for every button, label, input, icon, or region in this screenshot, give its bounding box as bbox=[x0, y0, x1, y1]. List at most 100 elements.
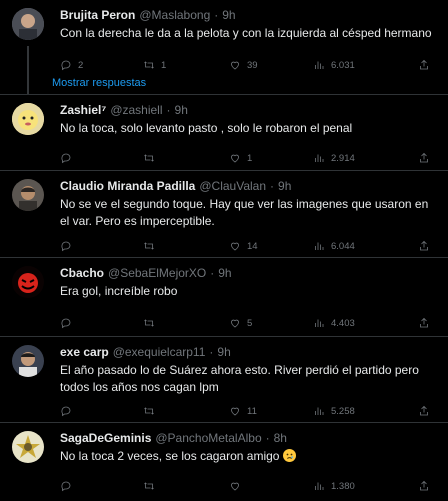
reply-button[interactable] bbox=[60, 152, 143, 164]
tweet-text-row: No la toca 2 veces, se los cagaron amigo bbox=[60, 448, 436, 465]
heart-icon bbox=[231, 242, 239, 251]
retweet-button[interactable] bbox=[143, 480, 229, 492]
views-count: 4.403 bbox=[331, 317, 355, 329]
tweet[interactable]: Zashiel⁷ @zashiell · 9h No la toca, solo… bbox=[0, 95, 448, 171]
share-button[interactable] bbox=[418, 240, 430, 252]
separator-dot: · bbox=[214, 8, 219, 22]
timestamp[interactable]: 9h bbox=[222, 8, 235, 23]
views-icon bbox=[315, 482, 324, 490]
views-button[interactable]: 5.258 bbox=[313, 405, 393, 417]
retweet-button[interactable]: 1 bbox=[143, 59, 229, 71]
heart-icon bbox=[231, 407, 239, 416]
views-button[interactable]: 6.044 bbox=[313, 240, 393, 252]
timestamp[interactable]: 9h bbox=[218, 266, 231, 281]
avatar[interactable] bbox=[12, 8, 44, 40]
heart-icon bbox=[231, 319, 239, 328]
retweet-icon bbox=[144, 319, 154, 327]
author-name[interactable]: Cbacho bbox=[60, 266, 104, 281]
share-icon bbox=[420, 240, 428, 251]
share-button[interactable] bbox=[418, 59, 430, 71]
timestamp[interactable]: 9h bbox=[278, 179, 291, 194]
retweet-button[interactable] bbox=[143, 405, 229, 417]
author-handle[interactable]: @exequielcarp11 bbox=[113, 345, 206, 360]
author-handle[interactable]: @PanchoMetalAlbo bbox=[155, 431, 261, 446]
like-button[interactable] bbox=[229, 480, 313, 492]
views-icon bbox=[315, 154, 324, 162]
retweet-icon bbox=[144, 242, 154, 250]
separator-dot: · bbox=[166, 103, 171, 117]
views-count: 2.914 bbox=[331, 152, 355, 164]
views-count: 5.258 bbox=[331, 405, 355, 417]
like-button[interactable]: 5 bbox=[229, 317, 313, 329]
heart-icon bbox=[231, 154, 239, 163]
share-icon bbox=[420, 405, 428, 416]
reply-icon bbox=[61, 60, 71, 71]
author-handle[interactable]: @SebaElMejorXO bbox=[108, 266, 206, 281]
tweet-text: El año pasado lo de Suárez ahora esto. R… bbox=[60, 363, 419, 394]
like-button[interactable]: 1 bbox=[229, 152, 313, 164]
like-button[interactable]: 39 bbox=[229, 59, 313, 71]
views-button[interactable]: 1.380 bbox=[313, 480, 393, 492]
author-name[interactable]: SagaDeGeminis bbox=[60, 431, 151, 446]
tweet-text: Con la derecha le da a la pelota y con l… bbox=[60, 26, 432, 40]
views-icon bbox=[315, 242, 324, 250]
author-name[interactable]: Brujita Peron bbox=[60, 8, 135, 23]
reply-button[interactable]: 2 bbox=[60, 59, 143, 71]
tweet[interactable]: Cbacho @SebaElMejorXO · 9h Era gol, incr… bbox=[0, 258, 448, 337]
avatar[interactable] bbox=[12, 179, 44, 211]
tweet-text: Era gol, increíble robo bbox=[60, 284, 178, 298]
share-button[interactable] bbox=[418, 152, 430, 164]
author-handle[interactable]: @Maslabong bbox=[139, 8, 210, 23]
views-button[interactable]: 2.914 bbox=[313, 152, 393, 164]
avatar[interactable] bbox=[12, 345, 44, 377]
retweet-button[interactable] bbox=[143, 317, 229, 329]
like-button[interactable]: 11 bbox=[229, 405, 313, 417]
retweet-icon bbox=[144, 154, 154, 162]
show-replies-label[interactable]: Mostrar respuestas bbox=[52, 77, 146, 89]
tweet[interactable]: SagaDeGeminis @PanchoMetalAlbo · 8h No l… bbox=[0, 423, 448, 498]
views-button[interactable]: 4.403 bbox=[313, 317, 393, 329]
timestamp[interactable]: 8h bbox=[274, 431, 287, 446]
author-handle[interactable]: @zashiell bbox=[110, 103, 162, 118]
retweet-button[interactable] bbox=[143, 152, 229, 164]
show-replies-link[interactable]: Mostrar respuestas bbox=[0, 72, 448, 95]
tweet-text: No se ve el segundo toque. Hay que ver l… bbox=[60, 197, 429, 228]
views-button[interactable]: 6.031 bbox=[313, 59, 393, 71]
views-icon bbox=[315, 407, 324, 415]
share-icon bbox=[420, 59, 428, 70]
timestamp[interactable]: 9h bbox=[175, 103, 188, 118]
reply-count: 2 bbox=[78, 59, 84, 71]
like-count: 14 bbox=[247, 240, 258, 252]
separator-dot: · bbox=[210, 266, 215, 280]
like-count: 1 bbox=[247, 152, 253, 164]
avatar[interactable] bbox=[12, 431, 44, 463]
author-name[interactable]: Claudio Miranda Padilla bbox=[60, 179, 195, 194]
views-count: 1.380 bbox=[331, 480, 355, 492]
separator-dot: · bbox=[270, 179, 275, 193]
tweet-text: No la toca 2 veces, se los cagaron amigo bbox=[60, 449, 280, 463]
reply-icon bbox=[61, 406, 71, 417]
author-name[interactable]: Zashiel⁷ bbox=[60, 103, 106, 118]
views-icon bbox=[315, 61, 324, 69]
like-count: 11 bbox=[247, 405, 257, 417]
reply-button[interactable] bbox=[60, 317, 143, 329]
reply-button[interactable] bbox=[60, 240, 143, 252]
like-button[interactable]: 14 bbox=[229, 240, 313, 252]
reply-button[interactable] bbox=[60, 405, 143, 417]
share-icon bbox=[420, 152, 428, 163]
separator-dot: · bbox=[265, 431, 270, 445]
avatar[interactable] bbox=[12, 103, 44, 135]
tweet[interactable]: exe carp @exequielcarp11 · 9h El año pas… bbox=[0, 337, 448, 423]
share-button[interactable] bbox=[418, 405, 430, 417]
reply-icon bbox=[61, 241, 71, 252]
retweet-button[interactable] bbox=[143, 240, 229, 252]
share-button[interactable] bbox=[418, 480, 430, 492]
avatar[interactable] bbox=[12, 266, 44, 298]
share-button[interactable] bbox=[418, 317, 430, 329]
separator-dot: · bbox=[209, 345, 214, 359]
tweet[interactable]: Claudio Miranda Padilla @ClauValan · 9h … bbox=[0, 171, 448, 258]
author-handle[interactable]: @ClauValan bbox=[199, 179, 266, 194]
timestamp[interactable]: 9h bbox=[217, 345, 230, 360]
author-name[interactable]: exe carp bbox=[60, 345, 109, 360]
reply-button[interactable] bbox=[60, 480, 143, 492]
